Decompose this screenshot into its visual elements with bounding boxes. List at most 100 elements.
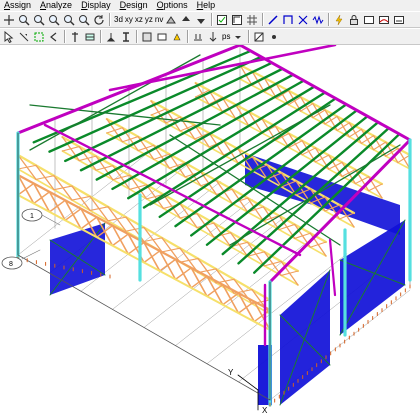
- toolbar-separator: [328, 13, 331, 26]
- truss-web: [397, 154, 411, 164]
- menu-design[interactable]: Design: [116, 0, 153, 11]
- mass-source-icon[interactable]: [170, 30, 184, 44]
- truss-web: [95, 165, 114, 171]
- view-xy-button[interactable]: xy: [124, 15, 134, 24]
- axis-x-label: X: [262, 406, 268, 415]
- frame-edge: [17, 254, 271, 401]
- run-analysis-icon[interactable]: [332, 13, 346, 27]
- front-truss-web: [174, 267, 192, 281]
- menu-display[interactable]: Display: [77, 0, 116, 11]
- grid-bubble-label: 8: [9, 261, 13, 268]
- intersect-icon[interactable]: [68, 30, 82, 44]
- show-forces-icon[interactable]: [392, 13, 406, 27]
- truss-web: [294, 232, 311, 239]
- select-previous-icon[interactable]: [47, 30, 61, 44]
- select-all-icon[interactable]: [32, 30, 46, 44]
- move-up-icon[interactable]: [179, 13, 193, 27]
- toolbar-separator: [187, 30, 189, 43]
- front-truss-web: [190, 275, 208, 289]
- show-undeformed-icon[interactable]: [362, 13, 376, 27]
- area-section-icon[interactable]: [155, 30, 169, 44]
- grid-line: [143, 217, 285, 328]
- column-girder: [328, 238, 337, 297]
- draw-line-icon[interactable]: [266, 13, 280, 27]
- joint-load-icon[interactable]: [206, 30, 220, 44]
- menu-assign[interactable]: Assign: [0, 0, 36, 11]
- reshape-icon[interactable]: [17, 30, 31, 44]
- front-truss-web: [111, 233, 129, 247]
- load-pattern-icon[interactable]: [140, 30, 154, 44]
- frame-load-icon[interactable]: [191, 30, 205, 44]
- truss-web: [71, 195, 91, 201]
- draw-brace-icon[interactable]: [296, 13, 310, 27]
- display-options-icon[interactable]: [215, 13, 229, 27]
- secondary-toolbar: ps: [0, 28, 420, 45]
- truss-web: [61, 146, 80, 152]
- truss-web: [309, 241, 327, 248]
- front-truss-web: [33, 191, 51, 205]
- select-pointer-icon[interactable]: [2, 30, 16, 44]
- menu-analyze[interactable]: Analyze: [36, 0, 77, 11]
- truss-web: [78, 155, 97, 162]
- ps-button[interactable]: ps: [221, 32, 231, 41]
- axis-y-label: Y: [228, 368, 234, 377]
- lock-icon[interactable]: [347, 13, 361, 27]
- show-deformed-icon[interactable]: [377, 13, 391, 27]
- pan-icon[interactable]: [2, 13, 16, 27]
- truss-web: [17, 164, 37, 170]
- toolbar-separator: [211, 13, 214, 26]
- toolbar-separator: [100, 30, 102, 43]
- truss-web: [53, 185, 73, 191]
- assign-joint-icon[interactable]: [83, 30, 97, 44]
- view-xz-button[interactable]: xz: [134, 15, 144, 24]
- view-nv-button[interactable]: nv: [154, 15, 164, 24]
- menu-bar: Assign Analyze Display Design Options He…: [0, 0, 420, 11]
- front-truss-web: [222, 292, 240, 306]
- zoom-out-icon[interactable]: [32, 13, 46, 27]
- grid-bubble-label: 1: [30, 213, 34, 220]
- rotate-icon[interactable]: [164, 13, 178, 27]
- menu-options[interactable]: Options: [153, 0, 193, 11]
- front-truss-web: [159, 258, 177, 272]
- ps-dropdown-icon[interactable]: [231, 30, 245, 44]
- draw-spring-icon[interactable]: [311, 13, 325, 27]
- model-viewport[interactable]: 1 8 Y X: [0, 45, 420, 420]
- truss-web: [179, 258, 199, 263]
- front-truss-web: [64, 208, 82, 222]
- move-down-icon[interactable]: [194, 13, 208, 27]
- restraint-icon[interactable]: [104, 30, 118, 44]
- zoom-previous-icon[interactable]: [62, 13, 76, 27]
- truss-web: [280, 270, 299, 276]
- snap-icon[interactable]: [267, 30, 281, 44]
- truss-web: [106, 127, 124, 134]
- front-truss-web: [17, 182, 35, 196]
- front-truss-web: [48, 199, 66, 213]
- menu-help[interactable]: Help: [193, 0, 221, 11]
- toolbar-separator: [262, 13, 265, 26]
- draw-frame-icon[interactable]: [281, 13, 295, 27]
- front-truss-web: [237, 300, 255, 314]
- frame-section-icon[interactable]: [119, 30, 133, 44]
- zoom-window-icon[interactable]: [47, 13, 61, 27]
- set-elements-icon[interactable]: [230, 13, 244, 27]
- truss-web: [35, 175, 55, 180]
- refresh-icon[interactable]: [92, 13, 106, 27]
- toolbar-separator: [64, 30, 66, 43]
- grid-line: [112, 199, 253, 310]
- front-truss-web: [253, 309, 271, 323]
- truss-web: [121, 136, 139, 143]
- zoom-step-icon[interactable]: [77, 13, 91, 27]
- front-truss-web: [127, 241, 145, 255]
- view-3d-button[interactable]: 3d: [113, 15, 124, 24]
- front-truss-web: [206, 283, 224, 297]
- view-yz-button[interactable]: yz: [144, 15, 154, 24]
- truss-web: [161, 247, 181, 253]
- zoom-in-icon[interactable]: [17, 13, 31, 27]
- truss-web: [368, 183, 383, 192]
- roof-bracing: [29, 54, 201, 151]
- structural-model-3d[interactable]: 1 8 Y X: [0, 45, 420, 420]
- area-object-icon[interactable]: [252, 30, 266, 44]
- front-truss-web: [143, 250, 161, 264]
- toolbar-separator: [248, 30, 251, 43]
- grid-icon[interactable]: [245, 13, 259, 27]
